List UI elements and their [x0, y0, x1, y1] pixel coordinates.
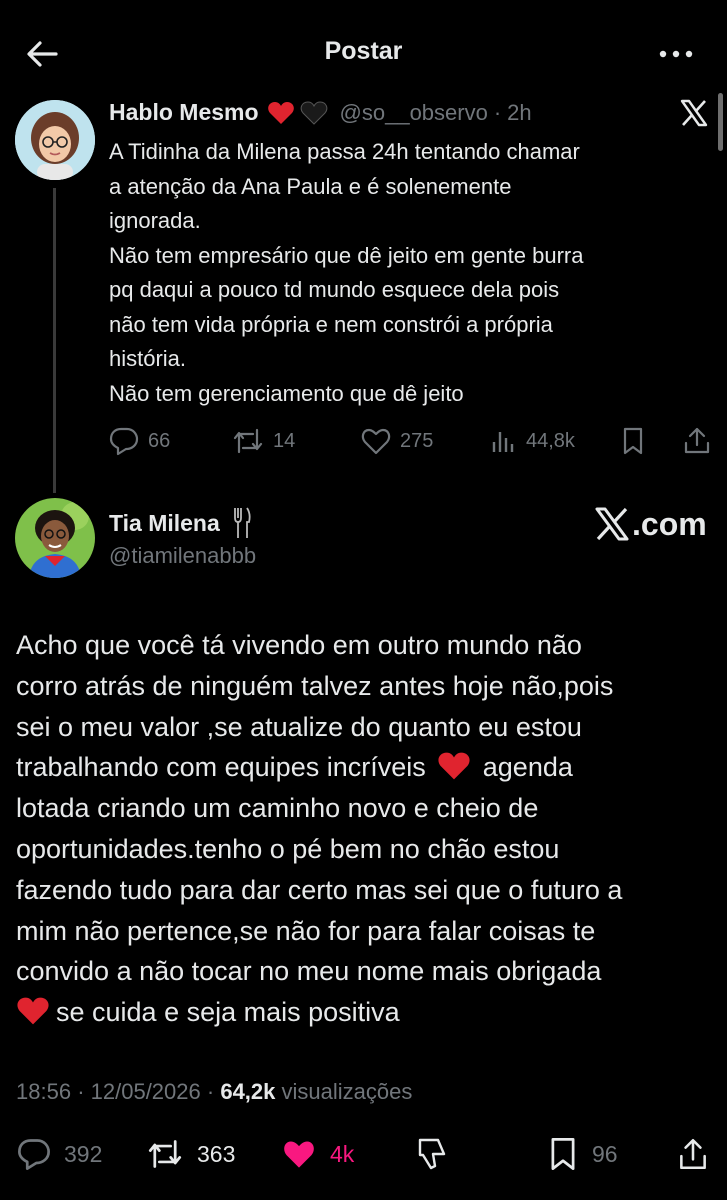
post-meta: 18:56 · 12/05/2026 · 64,2k visualizações [16, 1079, 412, 1105]
bookmark-icon[interactable] [618, 426, 648, 456]
reply-count: 392 [64, 1140, 103, 1167]
like-count: 4k [330, 1140, 355, 1167]
repost-count: 14 [273, 429, 296, 452]
views-chart-icon [492, 432, 514, 452]
text-line: mim não pertence,se não for para falar c… [16, 915, 596, 946]
separator-dot: · [493, 99, 502, 125]
red-heart-emoji-icon [17, 997, 49, 1025]
repost-icon [233, 428, 263, 454]
reply-count: 66 [148, 429, 171, 452]
text-line: oportunidades.tenho o pé bem no chão est… [16, 834, 560, 865]
liked-heart-icon [284, 1141, 314, 1168]
watermark-text: .com [632, 505, 707, 542]
separator-dot: · [77, 1079, 85, 1104]
bookmark-icon [551, 1138, 575, 1170]
quoted-author-row: Hablo Mesmo @so__observo · 2h [109, 99, 532, 126]
dislike-icon[interactable] [414, 1136, 450, 1172]
main-author-row: Tia Milena [109, 506, 252, 540]
black-heart-icon [300, 100, 327, 125]
repost-icon [148, 1140, 182, 1168]
scrollbar[interactable] [718, 93, 723, 151]
like-count: 275 [400, 429, 434, 452]
x-logo-icon [680, 99, 708, 127]
text-line: Não tem empresário que dê jeito em gente… [109, 242, 584, 268]
views-count[interactable]: 64,2k [220, 1079, 275, 1104]
text-line: convido a não tocar no meu nome mais obr… [16, 956, 602, 987]
text-line: A Tidinha da Milena passa 24h tentando c… [109, 139, 580, 164]
red-heart-emoji-icon [438, 752, 470, 780]
repost-button[interactable]: 14 [231, 424, 295, 458]
share-icon[interactable] [677, 1136, 709, 1172]
text-line-with-emoji: trabalhando com equipes incríveis agenda [16, 747, 716, 788]
text-line: Acho que você tá vivendo em outro mundo … [16, 630, 582, 660]
post-date: 12/05/2026 [90, 1079, 201, 1104]
text-segment: se cuida e seja mais positiva [56, 997, 400, 1028]
text-segment: agenda [482, 752, 573, 783]
top-bar: Postar [0, 0, 727, 100]
avatar-tia-milena[interactable] [15, 498, 95, 578]
separator-dot: · [206, 1079, 215, 1104]
text-line: ignorada. [109, 208, 201, 233]
text-line: fazendo tudo para dar certo mas sei que … [16, 874, 623, 905]
reply-icon [109, 427, 139, 456]
quoted-author-name[interactable]: Hablo Mesmo [109, 99, 259, 126]
text-segment: trabalhando com equipes incríveis [16, 752, 426, 783]
quoted-post-text: A Tidinha da Milena passa 24h tentando c… [109, 135, 709, 411]
avatar-image [15, 100, 95, 180]
avatar-image [15, 498, 95, 578]
repost-button[interactable]: 363 [145, 1133, 235, 1175]
quoted-action-bar: 66 14 275 44,8k [108, 424, 718, 458]
views-button[interactable]: 44,8k [490, 424, 575, 458]
red-heart-icon [267, 101, 294, 124]
share-icon[interactable] [682, 425, 712, 457]
text-line: sei o meu valor ,se atualize do quanto e… [16, 711, 582, 742]
quoted-post-time: 2h [507, 99, 532, 125]
reply-icon [18, 1139, 50, 1170]
thread-line [53, 188, 56, 493]
main-post-text: Acho que você tá vivendo em outro mundo … [16, 625, 716, 1033]
text-line: corro atrás de ninguém talvez antes hoje… [16, 670, 614, 701]
bookmark-button[interactable]: 96 [546, 1133, 618, 1175]
bookmark-count: 96 [592, 1140, 618, 1167]
x-logo-icon [595, 507, 629, 541]
reply-button[interactable]: 66 [108, 424, 170, 458]
post-time: 18:56 [16, 1079, 72, 1104]
x-com-watermark: .com [594, 505, 707, 543]
like-heart-icon [361, 428, 391, 455]
avatar-hablo-mesmo[interactable] [15, 100, 95, 180]
views-label: visualizações [281, 1079, 413, 1104]
text-line: a atenção da Ana Paula e é solenemente [109, 173, 512, 199]
fork-knife-icon [233, 507, 251, 538]
page-title: Postar [324, 37, 403, 65]
text-line: história. [109, 346, 187, 371]
main-action-bar: 392 363 4k 96 [0, 1133, 727, 1175]
text-line-with-emoji: se cuida e seja mais positiva [16, 992, 716, 1033]
like-button-active[interactable]: 4k [280, 1133, 354, 1175]
text-line: não tem vida própria e nem constrói a pr… [109, 311, 553, 337]
views-count: 44,8k [526, 429, 575, 452]
main-author-name[interactable]: Tia Milena [109, 510, 220, 537]
quoted-author-handle[interactable]: @so__observo [340, 100, 488, 126]
text-line: lotada criando um caminho novo e cheio d… [16, 793, 539, 824]
reply-button[interactable]: 392 [16, 1133, 102, 1175]
main-author-handle[interactable]: @tiamilenabbb [109, 543, 256, 569]
like-button[interactable]: 275 [360, 424, 433, 458]
text-line: pq daqui a pouco td mundo esquece dela p… [109, 277, 560, 302]
more-options-icon[interactable] [657, 44, 697, 64]
repost-count: 363 [197, 1140, 236, 1167]
text-line: Não tem gerenciamento que dê jeito [109, 380, 464, 406]
